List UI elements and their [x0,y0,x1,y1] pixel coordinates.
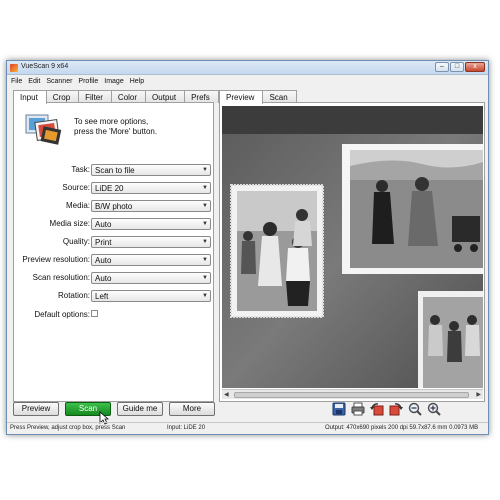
default-options-row: Default options: [14,309,214,322]
menu-file[interactable]: File [11,76,22,88]
scroll-right-icon[interactable]: ▶ [476,391,481,398]
quality-select[interactable]: Print ▼ [91,236,211,248]
media-row: Media: B/W photo ▼ [14,200,214,213]
minimize-button[interactable]: – [435,62,449,72]
source-value: LiDE 20 [95,184,124,193]
scrollbar-thumb[interactable] [234,392,469,398]
preview-image-area[interactable] [222,106,483,388]
task-select[interactable]: Scan to file ▼ [91,164,211,176]
chevron-down-icon: ▼ [202,239,208,245]
task-value: Scan to file [95,166,135,175]
preview-resolution-value: Auto [95,256,112,265]
source-label: Source: [62,183,90,192]
window-controls: – □ x [435,62,485,72]
title-bar: VueScan 9 x64 – □ x [7,61,488,75]
menu-image[interactable]: Image [104,76,123,88]
app-icon [10,64,18,72]
quality-label: Quality: [62,237,90,246]
status-hint: Press Preview, adjust crop box, press Sc… [10,425,126,431]
task-row: Task: Scan to file ▼ [14,164,214,177]
media-select[interactable]: B/W photo ▼ [91,200,211,212]
status-input: Input: LiDE 20 [167,425,206,431]
quality-value: Print [95,238,112,247]
preview-resolution-label: Preview resolution: [22,255,90,264]
horizontal-scrollbar[interactable]: ◀ ▶ [222,389,483,399]
default-options-label: Default options: [34,310,90,319]
chevron-down-icon: ▼ [202,167,208,173]
photos-icon [25,114,62,145]
quality-row: Quality: Print ▼ [14,236,214,249]
more-button[interactable]: More [169,402,215,416]
rotation-value: Left [95,292,109,301]
chevron-down-icon: ▼ [202,257,208,263]
preview-resolution-select[interactable]: Auto ▼ [91,254,211,266]
maximize-button[interactable]: □ [450,62,464,72]
status-bar: Press Preview, adjust crop box, press Sc… [7,422,488,434]
source-select[interactable]: LiDE 20 ▼ [91,182,211,194]
menu-edit[interactable]: Edit [28,76,40,88]
zoom-in-icon[interactable] [427,402,441,416]
scan-resolution-row: Scan resolution: Auto ▼ [14,272,214,285]
default-options-checkbox[interactable] [91,310,98,317]
rotate-left-icon[interactable] [370,402,384,416]
rotation-label: Rotation: [57,291,90,300]
chevron-down-icon: ▼ [202,185,208,191]
chevron-down-icon: ▼ [202,293,208,299]
chevron-down-icon: ▼ [202,203,208,209]
menu-help[interactable]: Help [130,76,144,88]
media-size-row: Media size: Auto ▼ [14,218,214,231]
preview-resolution-row: Preview resolution: Auto ▼ [14,254,214,267]
scanned-album-page [222,106,483,388]
scan-resolution-label: Scan resolution: [32,273,90,282]
tab-input[interactable]: Input [13,90,47,104]
media-value: B/W photo [95,202,133,211]
media-size-select[interactable]: Auto ▼ [91,218,211,230]
tab-preview[interactable]: Preview [219,90,264,104]
task-label: Task: [71,165,90,174]
source-row: Source: LiDE 20 ▼ [14,182,214,195]
preview-panel: ◀ ▶ [219,102,485,402]
window-title: VueScan 9 x64 [21,63,69,70]
input-options-panel: To see more options, press the 'More' bu… [13,102,214,402]
scroll-left-icon[interactable]: ◀ [224,391,229,398]
media-label: Media: [65,201,90,210]
hint-line-1: To see more options, [74,117,149,126]
close-button[interactable]: x [465,62,485,72]
zoom-out-icon[interactable] [408,402,422,416]
menu-bar: File Edit Scanner Profile Image Help [7,76,488,88]
chevron-down-icon: ▼ [202,221,208,227]
chevron-down-icon: ▼ [202,275,208,281]
menu-scanner[interactable]: Scanner [46,76,72,88]
preview-button[interactable]: Preview [13,402,59,416]
scan-resolution-value: Auto [95,274,112,283]
hint-line-2: press the 'More' button. [74,127,158,136]
menu-profile[interactable]: Profile [78,76,98,88]
rotation-row: Rotation: Left ▼ [14,290,214,303]
rotate-right-icon[interactable] [389,402,403,416]
media-size-label: Media size: [49,219,90,228]
media-size-value: Auto [95,220,112,229]
options-hint: To see more options, press the 'More' bu… [74,117,204,137]
print-icon[interactable] [351,402,365,416]
guide-me-button[interactable]: Guide me [117,402,163,416]
rotation-select[interactable]: Left ▼ [91,290,211,302]
scan-resolution-select[interactable]: Auto ▼ [91,272,211,284]
save-icon[interactable] [332,402,346,416]
vuescan-window: VueScan 9 x64 – □ x File Edit Scanner Pr… [6,60,489,435]
status-output: Output: 470x690 pixels 200 dpi 59.7x87.6… [325,425,479,431]
